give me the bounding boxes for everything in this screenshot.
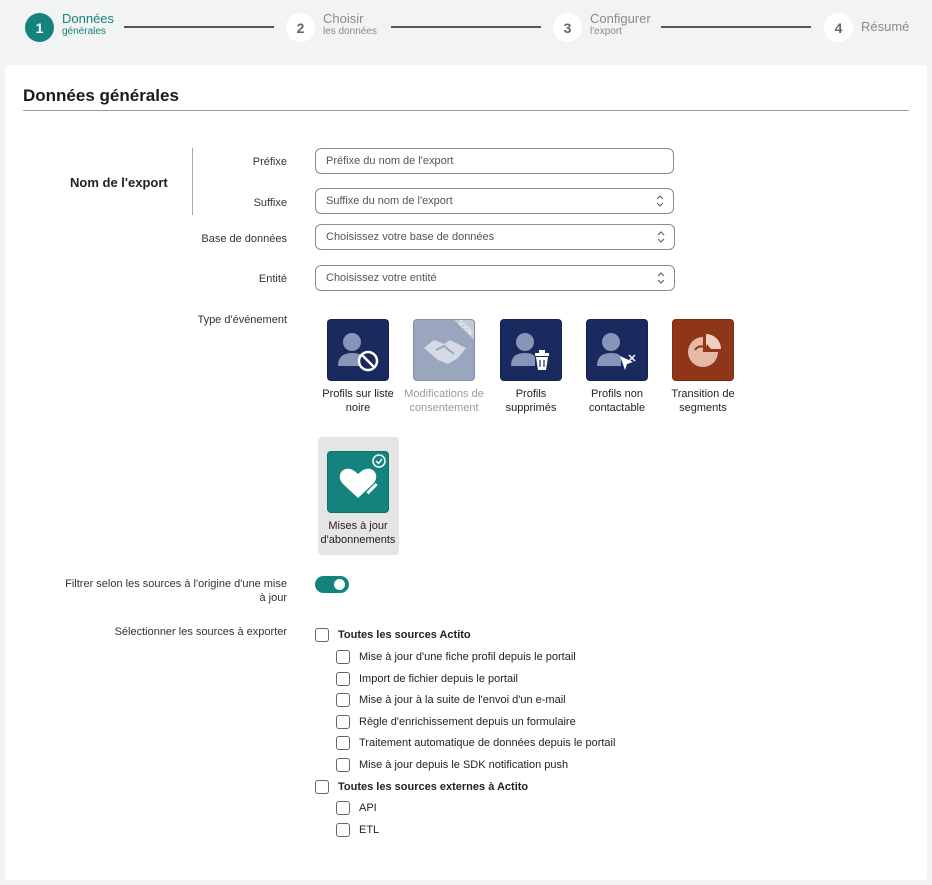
checkbox-label: Traitement automatique de données depuis… [359,737,616,749]
step-title: Données [62,11,115,26]
step-connector [391,26,541,28]
tile-unreachable-profiles[interactable]: Profils non contactable [576,319,658,415]
tile-subscription-updates[interactable]: Mises à jour d'abonnements [317,451,399,547]
tile-label: Transition de segments [671,388,735,414]
suffix-select[interactable]: Suffixe du nom de l'export [315,188,674,214]
stepper: 1 Données générales 2 Choisir les donnée… [0,0,932,58]
step-connector [124,26,274,28]
profile-blocked-icon [327,319,389,381]
source-checkbox[interactable] [336,715,350,729]
handshake-icon: SOON [413,319,475,381]
prefix-label: Préfixe [252,156,287,168]
checkbox-label: ETL [359,824,380,836]
source-checkbox[interactable] [336,823,350,837]
checkbox-row-source[interactable]: Traitement automatique de données depuis… [336,736,615,750]
export-name-label: Nom de l'export [70,175,168,190]
checkbox-row-source[interactable]: API [336,801,377,815]
step-subtitle: générales [62,26,106,37]
checkbox-row-source[interactable]: Import de fichier depuis le portail [336,672,518,686]
checkbox-label: Mise à jour depuis le SDK notification p… [359,759,569,771]
select-sources-label: Sélectionner les sources à exporter [114,626,287,638]
tile-segment-transition[interactable]: Transition de segments [662,319,744,415]
step-subtitle: les données [323,26,377,37]
tile-label: Mises à jour d'abonnements [320,520,396,546]
toggle-knob [334,579,345,590]
checkbox-label: Toutes les sources Actito [338,629,471,641]
source-checkbox[interactable] [336,650,350,664]
step-number: 1 [25,13,54,42]
prefix-input-wrapper [315,148,674,174]
checkbox-row-all-external[interactable]: Toutes les sources externes à Actito [315,780,528,794]
filter-sources-toggle[interactable] [315,576,349,593]
step-title: Résumé [861,19,910,34]
checkbox-label: Mise à jour d'une fiche profil depuis le… [359,651,576,663]
tile-label: Modifications de consentement [404,388,484,414]
heart-edit-icon [327,451,389,513]
source-checkbox[interactable] [336,758,350,772]
source-checkbox[interactable] [336,693,350,707]
checkbox-label: Règle d'enrichissement depuis un formula… [359,716,576,728]
step-title: Configurer [590,11,651,26]
step-configure-export[interactable]: 3 Configurer l'export [553,12,651,42]
segment-pie-icon [672,319,734,381]
source-checkbox[interactable] [336,672,350,686]
card-title: Données générales [23,86,179,105]
checkbox-row-source[interactable]: Mise à jour à la suite de l'envoi d'un e… [336,693,566,707]
step-number: 2 [286,13,315,42]
tile-label: Profils non contactable [588,388,646,414]
database-placeholder: Choisissez votre base de données [326,231,495,243]
database-label: Base de données [201,233,287,245]
entity-label: Entité [258,273,287,285]
suffix-placeholder: Suffixe du nom de l'export [326,195,453,207]
step-number: 4 [824,13,853,42]
checkbox-row-source[interactable]: Mise à jour depuis le SDK notification p… [336,758,568,772]
chevron-updown-icon [657,272,665,284]
step-general-data[interactable]: 1 Données générales [25,12,114,42]
all-external-checkbox[interactable] [315,780,329,794]
database-select[interactable]: Choisissez votre base de données [315,224,675,250]
profile-delete-icon [500,319,562,381]
tile-deleted-profiles[interactable]: Profils supprimés [490,319,572,415]
profile-unreachable-icon [586,319,648,381]
step-subtitle: l'export [590,26,622,37]
filter-sources-label: Filtrer selon les sources à l'origine d'… [65,578,287,604]
tile-blacklisted-profiles[interactable]: Profils sur liste noire [317,319,399,415]
tile-label: Profils supprimés [505,388,557,414]
event-type-label: Type d'événement [197,314,287,326]
chevron-updown-icon [657,231,665,243]
tile-label: Profils sur liste noire [322,388,394,414]
step-title: Choisir [323,11,364,26]
checkbox-row-source[interactable]: ETL [336,823,379,837]
checkbox-label: API [359,802,377,814]
entity-select[interactable]: Choisissez votre entité [315,265,675,291]
step-summary[interactable]: 4 Résumé [824,12,909,42]
step-number: 3 [553,13,582,42]
source-checkbox[interactable] [336,801,350,815]
source-checkbox[interactable] [336,736,350,750]
all-actito-checkbox[interactable] [315,628,329,642]
divider [23,110,909,111]
step-connector [661,26,811,28]
checkbox-row-source[interactable]: Règle d'enrichissement depuis un formula… [336,715,576,729]
group-divider [192,148,193,215]
step-choose-data[interactable]: 2 Choisir les données [286,12,377,42]
checkbox-label: Import de fichier depuis le portail [359,673,518,685]
checkbox-row-source[interactable]: Mise à jour d'une fiche profil depuis le… [336,650,576,664]
general-data-card: Données générales Nom de l'export Préfix… [5,65,927,880]
chevron-updown-icon [656,195,664,207]
entity-placeholder: Choisissez votre entité [326,272,437,284]
check-circle-icon [372,454,386,468]
checkbox-label: Toutes les sources externes à Actito [338,781,529,793]
checkbox-label: Mise à jour à la suite de l'envoi d'un e… [359,694,566,706]
checkbox-row-all-actito[interactable]: Toutes les sources Actito [315,628,471,642]
prefix-input[interactable] [316,149,673,173]
suffix-label: Suffixe [253,197,287,209]
tile-consent-changes: SOON Modifications de consentement [403,319,485,415]
